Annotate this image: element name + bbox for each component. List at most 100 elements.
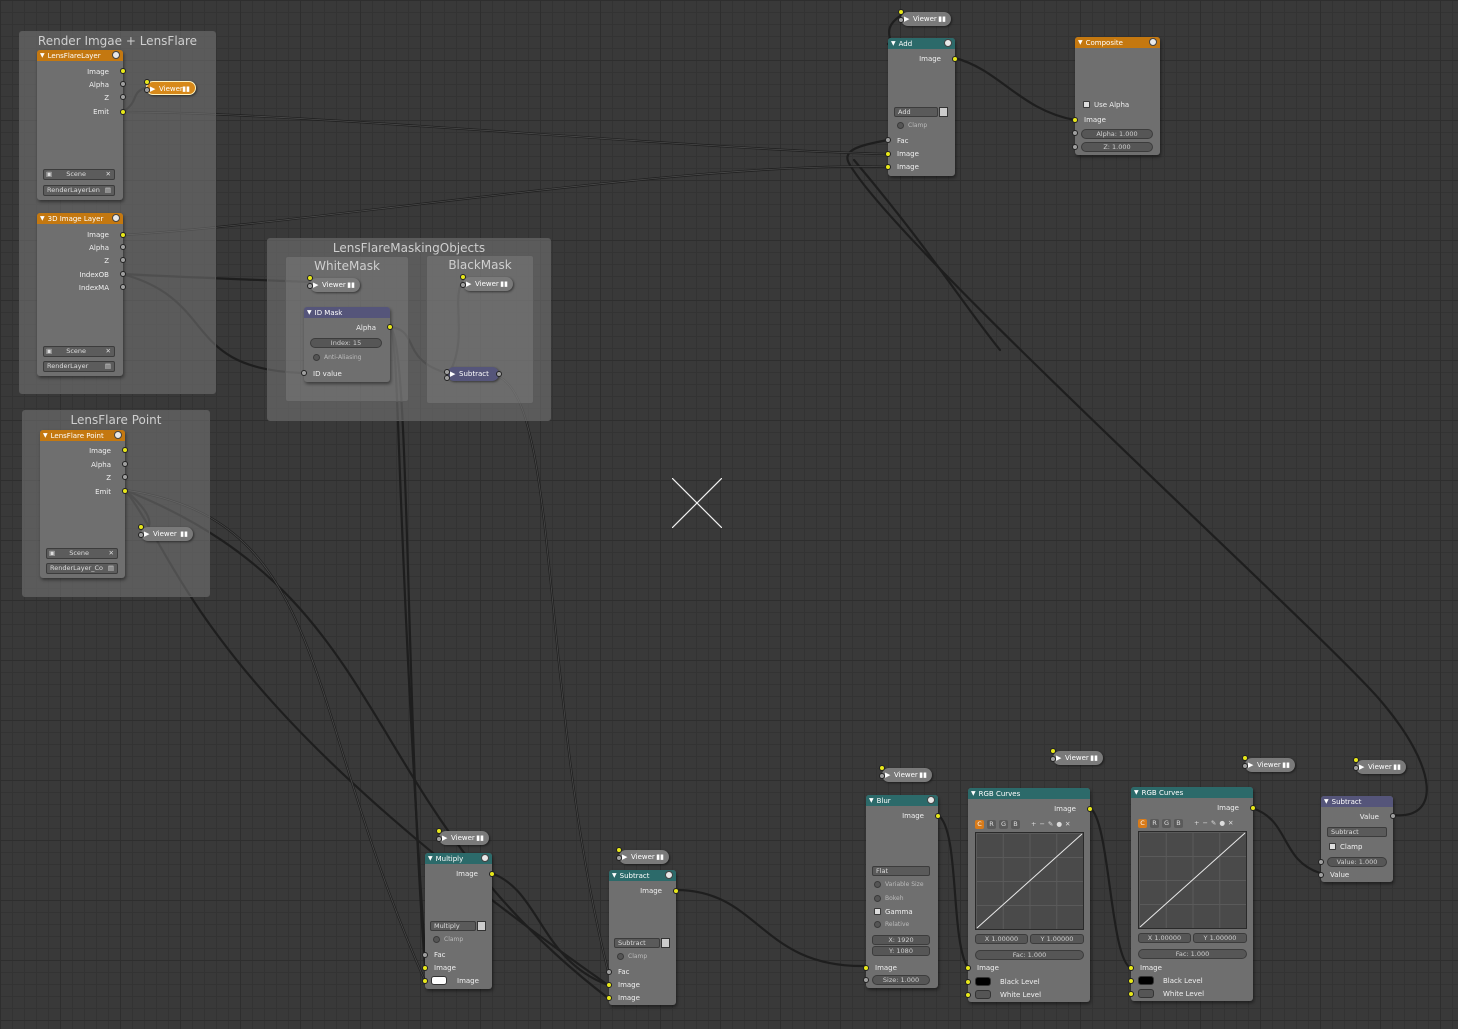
viewer-node[interactable]: ▶ Viewer ▮▮ [138, 524, 193, 541]
zoom-out-icon[interactable]: − [1039, 820, 1044, 828]
viewer-node[interactable]: ▶ Viewer ▮▮ [1353, 757, 1406, 774]
zoom-out-icon[interactable]: − [1202, 819, 1207, 827]
input-socket[interactable] [885, 151, 891, 157]
zoom-in-icon[interactable]: + [1031, 820, 1036, 828]
collapse-arrow-icon[interactable]: ▼ [428, 855, 433, 862]
pause-icon[interactable]: ▮▮ [347, 278, 355, 292]
channel-b-button[interactable]: B [1174, 818, 1183, 828]
output-socket[interactable] [122, 447, 128, 453]
point-y-field[interactable]: Y 1.00000 [1030, 934, 1084, 944]
viewer-node[interactable]: ▶ Viewer ▮▮ [879, 765, 932, 782]
pause-icon[interactable]: ▮▮ [1282, 758, 1290, 772]
node-subtract-mix[interactable]: ▼ Subtract Image Subtract Clamp Fac Image… [606, 870, 679, 1005]
alpha-field[interactable]: Alpha: 1.000 [1081, 129, 1153, 139]
blend-mode-select[interactable]: Add [894, 107, 938, 117]
input-socket[interactable] [885, 137, 891, 143]
channel-r-button[interactable]: R [987, 819, 996, 829]
node-header[interactable]: ▼ Subtract [1321, 796, 1393, 807]
node-composite[interactable]: ▼ Composite Use Alpha Image Alpha: 1.000 … [1072, 37, 1160, 155]
pause-icon[interactable]: ▮▮ [938, 12, 946, 26]
variable-size-checkbox[interactable] [874, 881, 881, 888]
collapse-arrow-icon[interactable]: ▼ [971, 790, 976, 797]
clip-icon[interactable]: ● [1056, 820, 1062, 828]
fac-field[interactable]: Fac: 1.000 [975, 950, 1084, 960]
bokeh-checkbox[interactable] [874, 895, 881, 902]
black-level-swatch[interactable] [975, 977, 991, 986]
close-icon[interactable]: ✕ [1065, 820, 1070, 828]
viewer-node[interactable]: ▶ Viewer ▮▮ [1242, 755, 1295, 772]
node-lensflare-layer[interactable]: ▼ LensFlareLayer Image Alpha Z Emit ▣ Sce… [37, 50, 126, 200]
node-header[interactable]: ▼ Blur [866, 795, 938, 806]
input-socket[interactable] [863, 977, 869, 983]
collapse-arrow-icon[interactable]: ▼ [1078, 39, 1083, 46]
output-socket[interactable] [489, 871, 495, 877]
output-socket[interactable] [120, 81, 126, 87]
render-icon[interactable] [665, 871, 673, 879]
blend-mode-select[interactable]: Multiply [430, 921, 476, 931]
clamp-checkbox[interactable] [897, 122, 904, 129]
channel-c-button[interactable]: C [1138, 818, 1147, 828]
curve-graph[interactable] [1138, 831, 1247, 929]
size-x-field[interactable]: X: 1920 [872, 935, 930, 945]
close-icon[interactable]: ✕ [109, 549, 114, 558]
node-header[interactable]: ▼ Add [888, 38, 955, 49]
viewer-node[interactable]: ▶ Viewer ▮▮ [436, 828, 489, 845]
render-layer-selector[interactable]: RenderLayer_Co ▤ [46, 563, 118, 574]
channel-r-button[interactable]: R [1150, 818, 1159, 828]
output-socket[interactable] [1390, 813, 1396, 819]
close-icon[interactable]: ✕ [106, 170, 111, 179]
render-icon[interactable] [112, 51, 120, 59]
anti-aliasing-checkbox[interactable] [313, 354, 320, 361]
input-socket[interactable] [606, 982, 612, 988]
collapse-arrow-icon[interactable]: ▼ [612, 872, 617, 879]
viewer-node[interactable]: ▶ Viewer ▮▮ [1050, 748, 1103, 765]
output-socket[interactable] [122, 461, 128, 467]
render-icon[interactable] [114, 431, 122, 439]
blur-size-field[interactable]: Size: 1.000 [872, 975, 930, 985]
node-id-mask[interactable]: ▼ ID Mask Alpha Index: 15 Anti-Aliasing I… [301, 307, 393, 382]
node-blur[interactable]: ▼ Blur Image Flat Variable Size Bokeh Gam… [863, 795, 941, 988]
point-x-field[interactable]: X 1.00000 [975, 934, 1028, 944]
alpha-toggle-icon[interactable] [661, 938, 670, 948]
scene-selector[interactable]: ▣ Scene ✕ [43, 169, 115, 180]
clamp-checkbox[interactable] [1329, 843, 1336, 850]
z-field[interactable]: Z: 1.000 [1081, 142, 1153, 152]
collapse-arrow-icon[interactable]: ▼ [891, 40, 896, 47]
node-header[interactable]: ▼ Composite [1075, 37, 1160, 48]
render-icon[interactable] [927, 796, 935, 804]
blend-mode-select[interactable]: Subtract [614, 938, 660, 948]
pause-icon[interactable]: ▮▮ [919, 768, 927, 782]
wrench-icon[interactable]: ✎ [1211, 819, 1216, 827]
index-field[interactable]: Index: 15 [310, 338, 382, 348]
use-alpha-checkbox[interactable] [1083, 101, 1090, 108]
output-socket[interactable] [387, 324, 393, 330]
node-header[interactable]: ▼ LensFlareLayer [37, 50, 123, 61]
black-level-swatch[interactable] [1138, 976, 1154, 985]
render-layer-selector[interactable]: RenderLayer ▤ [43, 361, 115, 372]
output-socket[interactable] [120, 244, 126, 250]
pause-icon[interactable]: ▮▮ [1393, 760, 1401, 774]
input-socket[interactable] [965, 979, 971, 985]
collapse-arrow-icon[interactable]: ▼ [1324, 798, 1329, 805]
output-socket[interactable] [120, 284, 126, 290]
input-socket[interactable] [422, 965, 428, 971]
node-add[interactable]: ▼ Add Image Add Clamp Fac Image Image [885, 38, 958, 176]
value-field[interactable]: Value: 1.000 [1327, 857, 1387, 867]
node-multiply[interactable]: ▼ Multiply Image Multiply Clamp Fac Image… [422, 853, 495, 989]
input-socket[interactable] [301, 370, 307, 376]
node-rgb-curves-1[interactable]: ▼ RGB Curves Image C R G B + − ✎ ● ✕ X 1.… [965, 788, 1093, 1002]
input-socket[interactable] [1072, 130, 1078, 136]
channel-b-button[interactable]: B [1011, 819, 1020, 829]
render-icon[interactable] [944, 39, 952, 47]
output-socket[interactable] [1087, 806, 1093, 812]
color-swatch[interactable] [431, 976, 447, 985]
output-socket[interactable] [122, 474, 128, 480]
scene-selector[interactable]: ▣ Scene ✕ [43, 346, 115, 357]
input-socket[interactable] [885, 164, 891, 170]
collapse-arrow-icon[interactable]: ▼ [43, 432, 48, 439]
render-layer-selector[interactable]: RenderLayerLen ▤ [43, 185, 115, 196]
node-rgb-curves-2[interactable]: ▼ RGB Curves Image C R G B + − ✎ ● ✕ X 1.… [1128, 787, 1256, 1001]
input-socket[interactable] [863, 965, 869, 971]
fac-field[interactable]: Fac: 1.000 [1138, 949, 1247, 959]
node-header[interactable]: ▼ Subtract [609, 870, 676, 881]
